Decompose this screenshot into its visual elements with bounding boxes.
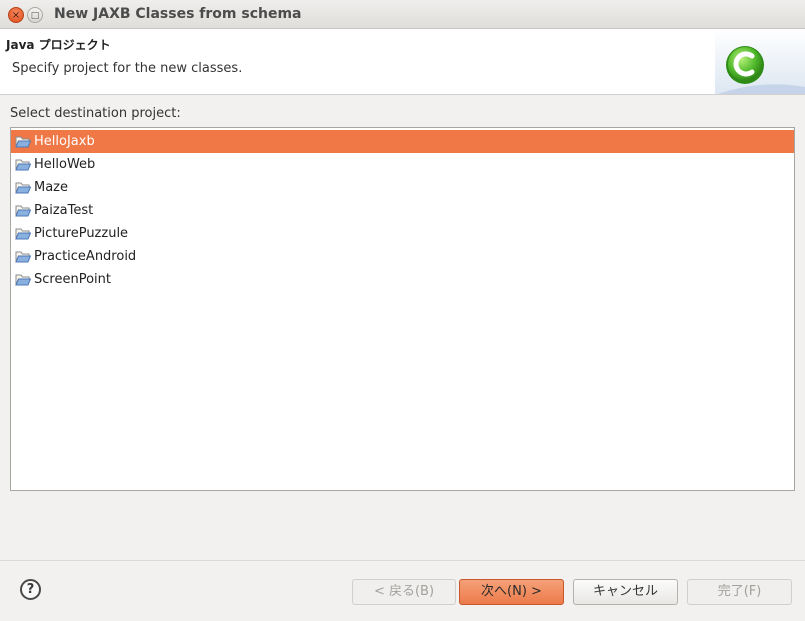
list-item[interactable]: PracticeAndroid: [11, 245, 794, 268]
back-button[interactable]: < 戻る(B): [352, 579, 456, 605]
folder-icon: [15, 274, 31, 285]
close-icon[interactable]: ×: [8, 7, 24, 23]
folder-icon: [15, 205, 31, 216]
list-item-label: PaizaTest: [34, 203, 94, 218]
list-item[interactable]: HelloJaxb: [11, 130, 794, 153]
list-item-label: PicturePuzzule: [34, 226, 129, 241]
folder-icon: [15, 228, 31, 239]
list-item[interactable]: PaizaTest: [11, 199, 794, 222]
list-item[interactable]: ScreenPoint: [11, 268, 794, 291]
destination-project-label: Select destination project:: [10, 106, 181, 121]
list-item-label: PracticeAndroid: [34, 249, 137, 264]
folder-icon: [15, 159, 31, 170]
folder-icon: [15, 136, 31, 147]
title-bar: × □ New JAXB Classes from schema: [0, 0, 805, 29]
window-title: New JAXB Classes from schema: [54, 6, 302, 22]
finish-button[interactable]: 完了(F): [687, 579, 792, 605]
maximize-icon[interactable]: □: [27, 7, 43, 23]
list-item-label: ScreenPoint: [34, 272, 111, 287]
list-item-label: HelloJaxb: [34, 134, 95, 149]
page-title: Java プロジェクト: [6, 38, 111, 52]
folder-icon: [15, 182, 31, 193]
list-item-label: HelloWeb: [34, 157, 96, 172]
footer-separator: [0, 560, 805, 561]
list-item[interactable]: PicturePuzzule: [11, 222, 794, 245]
wizard-header: Java プロジェクト Specify project for the new …: [0, 29, 805, 95]
java-class-c-icon: [715, 29, 805, 94]
folder-icon: [15, 251, 31, 262]
list-item-label: Maze: [34, 180, 69, 195]
help-icon[interactable]: ?: [20, 579, 41, 600]
cancel-button[interactable]: キャンセル: [573, 579, 678, 605]
list-item[interactable]: HelloWeb: [11, 153, 794, 176]
list-item[interactable]: Maze: [11, 176, 794, 199]
next-button[interactable]: 次へ(N) >: [459, 579, 564, 605]
project-list[interactable]: HelloJaxb HelloWeb Maze PaizaTest Pictur…: [10, 127, 795, 491]
page-description: Specify project for the new classes.: [12, 61, 243, 76]
